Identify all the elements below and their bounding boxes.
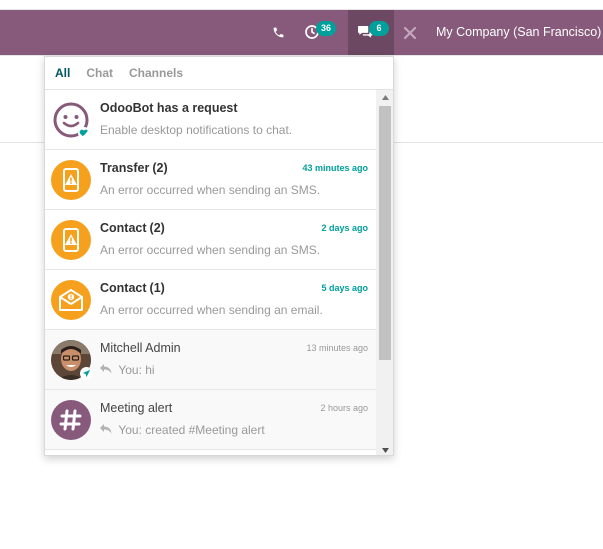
messaging-menu-button[interactable]: 6 <box>348 10 394 55</box>
list-item-contact-sms[interactable]: Contact (2) 2 days ago An error occurred … <box>45 210 376 270</box>
sms-failure-icon <box>51 220 91 260</box>
plane-status-icon <box>80 367 93 380</box>
reply-arrow-icon <box>100 363 115 377</box>
item-title: Contact (2) <box>100 221 165 235</box>
item-title: Transfer (2) <box>100 161 168 175</box>
item-date: 13 minutes ago <box>306 343 368 353</box>
item-title: Mitchell Admin <box>100 341 181 355</box>
close-icon[interactable] <box>398 10 422 55</box>
item-date: 5 days ago <box>321 283 368 293</box>
item-date: 2 days ago <box>321 223 368 233</box>
reply-arrow-icon <box>100 423 115 437</box>
browser-top-strip <box>0 0 603 10</box>
item-date: 2 hours ago <box>320 403 368 413</box>
scroll-down-arrow-icon[interactable] <box>376 443 393 455</box>
item-preview: An error occurred when sending an email. <box>100 303 323 317</box>
top-navbar: 36 6 My Company (San Francisco) <box>0 10 603 55</box>
list-item-contact-email[interactable]: Contact (1) 5 days ago An error occurred … <box>45 270 376 330</box>
item-title: Contact (1) <box>100 281 165 295</box>
list-item-odoobot[interactable]: OdooBot has a request Enable desktop not… <box>45 90 376 150</box>
item-preview: Enable desktop notifications to chat. <box>100 123 293 137</box>
user-avatar <box>51 340 93 380</box>
scrollbar[interactable] <box>376 90 393 455</box>
messaging-filter-bar: All Chat Channels <box>45 57 393 90</box>
channel-hash-icon <box>51 400 91 440</box>
item-title: OdooBot has a request <box>100 101 238 115</box>
item-title: Meeting alert <box>100 401 173 415</box>
sms-failure-icon <box>51 160 91 200</box>
item-date: 43 minutes ago <box>302 163 368 173</box>
list-item-meeting-alert[interactable]: Meeting alert 2 hours ago You: created #… <box>45 390 376 450</box>
activity-menu-button[interactable]: 36 <box>297 10 339 55</box>
item-preview: An error occurred when sending an SMS. <box>100 183 321 197</box>
item-preview: An error occurred when sending an SMS. <box>100 243 321 257</box>
item-preview: You: hi <box>100 363 155 377</box>
email-failure-icon <box>51 280 91 320</box>
voip-phone-icon[interactable] <box>265 10 291 55</box>
filter-channels[interactable]: Channels <box>129 66 183 80</box>
list-item-transfer[interactable]: Transfer (2) 43 minutes ago An error occu… <box>45 150 376 210</box>
company-switcher[interactable]: My Company (San Francisco) <box>436 10 601 55</box>
filter-chat[interactable]: Chat <box>86 66 113 80</box>
messaging-counter-badge: 6 <box>369 21 389 36</box>
messaging-dropdown: All Chat Channels OdooBot has a request … <box>44 56 394 456</box>
scrollbar-thumb[interactable] <box>379 106 391 360</box>
activity-counter-badge: 36 <box>316 21 337 36</box>
messaging-preview-list: OdooBot has a request Enable desktop not… <box>45 90 376 455</box>
odoobot-icon <box>51 100 91 140</box>
item-preview: You: created #Meeting alert <box>100 423 265 437</box>
list-item-mitchell-admin[interactable]: Mitchell Admin 13 minutes ago You: hi <box>45 330 376 390</box>
filter-all[interactable]: All <box>55 66 70 80</box>
scroll-up-arrow-icon[interactable] <box>376 90 393 104</box>
